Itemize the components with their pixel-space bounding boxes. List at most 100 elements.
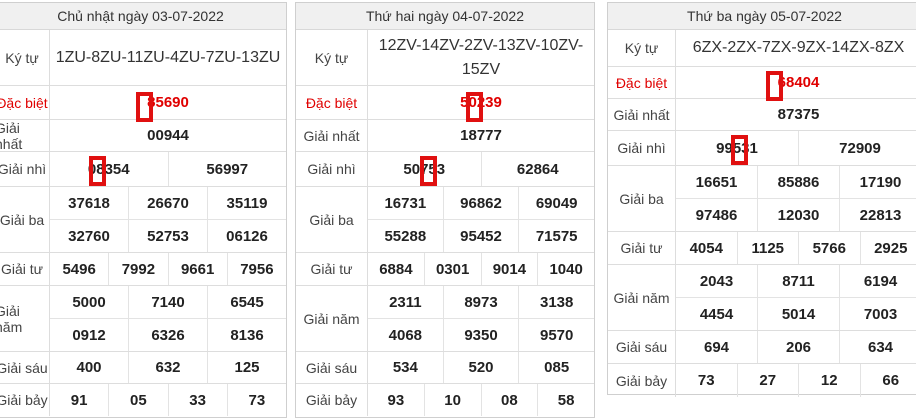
code-value-area: 6ZX-2ZX-7ZX-9ZX-14ZX-8ZX	[676, 30, 916, 66]
prize-number: 73	[676, 364, 738, 397]
prize-label: Giải tư	[296, 253, 368, 285]
prize-row: Giải nhì 99531 72909	[608, 131, 916, 166]
code-value: 6ZX-2ZX-7ZX-9ZX-14ZX-8ZX	[692, 39, 905, 56]
prize-number: 8973	[444, 286, 520, 318]
prize-line: 5496 7992 9661 7956	[50, 253, 286, 285]
prize-values: 91 05 33 73	[50, 384, 286, 416]
prize-label: Giải sáu	[0, 352, 50, 383]
prize-number: 50753	[368, 152, 482, 186]
prize-number: 71575	[535, 227, 578, 245]
prize-label: Giải sáu	[296, 352, 368, 383]
code-value: 1ZU-8ZU-11ZU-4ZU-7ZU-13ZU	[55, 48, 281, 66]
prize-number: 58	[557, 391, 575, 409]
prize-number: 93	[368, 384, 425, 416]
prize-number: 5000	[50, 286, 129, 318]
prize-row: Giải bảy 93 10 08 58	[296, 384, 594, 416]
prize-line: 2043 8711 6194	[676, 265, 916, 298]
prize-values: 37618 26670 35119 32760 52753 06126	[50, 187, 286, 252]
prize-values: 87375	[676, 99, 916, 130]
prize-number: 27	[738, 364, 799, 397]
prize-number: 534	[368, 352, 444, 383]
code-value-area: 1ZU-8ZU-11ZU-4ZU-7ZU-13ZU	[50, 30, 286, 85]
prize-number: 52753	[129, 220, 208, 252]
prize-number: 400	[50, 352, 129, 383]
prize-row: Giải ba 16731 96862 69049 55288 95452 71575	[296, 187, 594, 253]
prize-label: Giải nhất	[296, 120, 368, 151]
prize-number: 66	[882, 372, 900, 389]
prize-number: 632	[129, 352, 208, 383]
prize-label: Giải tư	[608, 232, 676, 264]
prize-values: 694 206 634	[676, 331, 916, 363]
prize-label: Giải năm	[0, 286, 50, 351]
prize-number: 6884	[368, 253, 425, 285]
results-panel: Thứ hai ngày 04-07-2022 Ký tự 12ZV-14ZV-2Z…	[295, 2, 595, 418]
prize-number: 125	[234, 359, 260, 376]
prize-values: 93 10 08 58	[368, 384, 594, 416]
prize-number: 9014	[482, 253, 539, 285]
prize-label: Giải nhất	[0, 120, 50, 152]
prize-line: 99531 72909	[676, 131, 916, 165]
prize-number: 8711	[758, 265, 840, 297]
prize-line: 08354 56997	[50, 152, 286, 186]
prize-line: 534 520 085	[368, 352, 594, 383]
code-line: 6ZX-2ZX-7ZX-9ZX-14ZX-8ZX	[676, 30, 916, 66]
prize-line: 16731 96862 69049	[368, 187, 594, 220]
prize-line: 694 206 634	[676, 331, 916, 363]
prize-values: 50753 62864	[368, 152, 594, 186]
prize-label: Đặc biệt	[0, 86, 50, 119]
panel-date-header: Chủ nhật ngày 03-07-2022	[0, 3, 286, 30]
prize-label: Giải ba	[0, 187, 50, 252]
prize-values: 5000 7140 6545 0912 6326 8136	[50, 286, 286, 351]
prize-line: 50753 62864	[368, 152, 594, 186]
prize-number: 35119	[226, 194, 268, 212]
prize-line: 55288 95452 71575	[368, 220, 594, 252]
prize-row: Giải ba 16651 85886 17190 97486 12030 22813	[608, 166, 916, 232]
code-value: 12ZV-14ZV-2ZV-13ZV-10ZV-15ZV	[378, 36, 584, 78]
prize-number: 6545	[230, 293, 264, 311]
prize-row: Giải sáu 400 632 125	[0, 352, 286, 384]
prize-number: 5766	[799, 232, 861, 264]
prize-number: 55288	[368, 220, 444, 252]
prize-values: 16731 96862 69049 55288 95452 71575	[368, 187, 594, 252]
prize-number: 4454	[676, 298, 758, 330]
prize-number: 22813	[859, 206, 902, 224]
prize-number: 1040	[549, 260, 583, 278]
prize-label: Giải bảy	[608, 364, 676, 397]
prize-row: Giải nhất 87375	[608, 99, 916, 131]
prize-number: 95452	[444, 220, 520, 252]
prize-line: 37618 26670 35119	[50, 187, 286, 220]
prize-label: Giải nhì	[608, 131, 676, 165]
prize-number: 634	[867, 338, 894, 356]
code-label: Ký tự	[608, 30, 676, 66]
prize-number: 91	[50, 384, 110, 416]
prize-number: 56997	[206, 160, 249, 178]
prize-number: 8136	[230, 326, 264, 344]
prize-label: Giải năm	[296, 286, 368, 351]
prize-values: 16651 85886 17190 97486 12030 22813	[676, 166, 916, 231]
panel-date-header: Thứ hai ngày 04-07-2022	[296, 3, 594, 30]
prize-label: Giải bảy	[0, 384, 50, 416]
prize-number: 08354	[50, 152, 169, 186]
prize-values: 400 632 125	[50, 352, 286, 383]
highlight-box	[466, 92, 483, 122]
prize-line: 4068 9350 9570	[368, 319, 594, 351]
prize-line: 5000 7140 6545	[50, 286, 286, 319]
highlight-box	[731, 135, 748, 165]
prize-values: 5496 7992 9661 7956	[50, 253, 286, 285]
highlight-box	[766, 71, 783, 101]
prize-line: 0912 6326 8136	[50, 319, 286, 351]
prize-number: 32760	[50, 220, 129, 252]
prize-values: 08354 56997	[50, 152, 286, 186]
prize-values: 2311 8973 3138 4068 9350 9570	[368, 286, 594, 351]
prize-row: Giải nhất 00944	[0, 120, 286, 152]
prize-line: 85690	[50, 86, 286, 122]
prize-label: Giải nhất	[608, 99, 676, 130]
prize-number: 3138	[539, 293, 574, 311]
prize-line: 68404	[676, 67, 916, 101]
prize-line: 32760 52753 06126	[50, 220, 286, 252]
prize-number: 00944	[147, 127, 189, 144]
results-panel: Chủ nhật ngày 03-07-2022 Ký tự 1ZU-8ZU-11Z…	[0, 2, 287, 418]
prize-number: 4054	[676, 232, 738, 264]
prize-line: 4054 1125 5766 2925	[676, 232, 916, 264]
prize-row: Giải nhất 18777	[296, 120, 594, 152]
